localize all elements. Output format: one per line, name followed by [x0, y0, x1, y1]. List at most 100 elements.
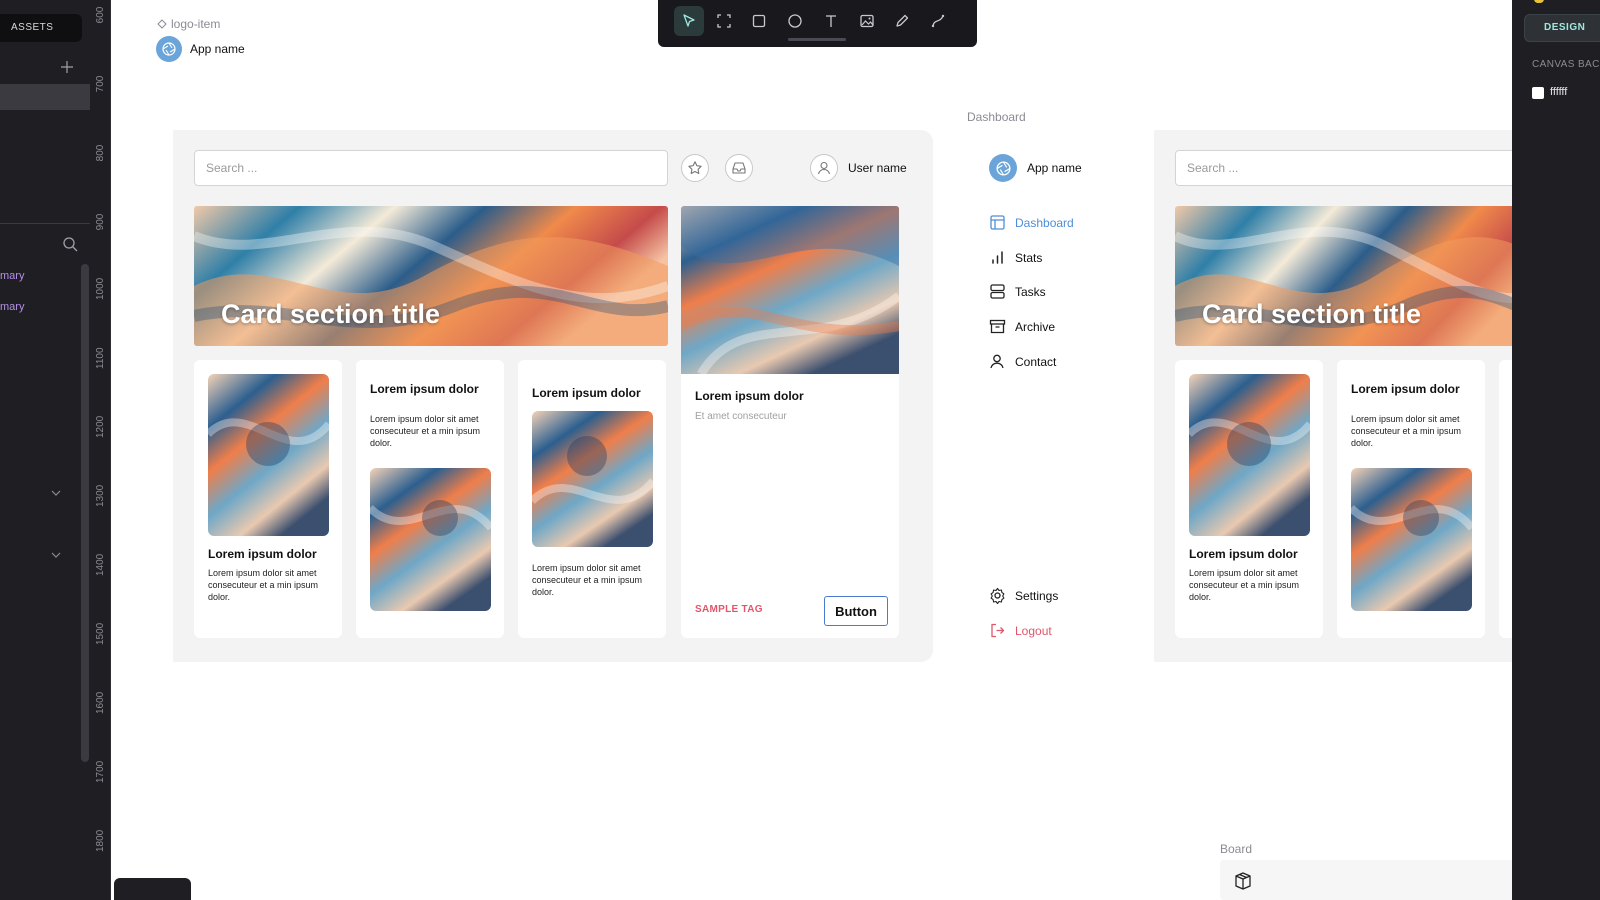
scrollbar[interactable]: [81, 264, 89, 762]
ruler-label: 700: [95, 75, 106, 93]
path-tool-button[interactable]: [923, 6, 953, 36]
sample-tag: SAMPLE TAG: [695, 604, 763, 615]
settings-icon: [990, 587, 1005, 604]
card-text: Lorem ipsum dolor sit amet consecuteur e…: [1351, 414, 1462, 448]
bottom-panel-tab[interactable]: [114, 878, 191, 900]
ellipse-tool-button[interactable]: [780, 6, 810, 36]
nav-item-logout[interactable]: Logout: [989, 622, 1052, 639]
card-text: Lorem ipsum dolor sit amet consecuteur e…: [208, 568, 319, 602]
card-title: Lorem ipsum dolor: [370, 382, 479, 396]
nav-item-stats[interactable]: Stats: [989, 249, 1042, 266]
card-title: Lorem ipsum dolor: [532, 386, 641, 400]
ruler-label: 1200: [95, 415, 106, 438]
pencil-tool-button[interactable]: [887, 6, 917, 36]
move-tool-button[interactable]: [674, 6, 704, 36]
search-input[interactable]: Search ...: [1175, 150, 1512, 186]
ruler-label: 900: [95, 213, 106, 231]
rectangle-icon: [752, 14, 766, 28]
card-text: Lorem ipsum dolor sit amet consecuteur e…: [1189, 568, 1300, 602]
layout-icon: [990, 215, 1005, 230]
chevron-down-icon[interactable]: [50, 487, 62, 499]
abstract-art: [1351, 468, 1472, 611]
ruler-label: 1400: [95, 553, 106, 576]
hero-banner[interactable]: Card section title: [1175, 206, 1512, 346]
color-swatch[interactable]: [1532, 87, 1544, 99]
layer-item[interactable]: mary: [0, 270, 24, 282]
favorites-button[interactable]: [681, 154, 709, 182]
hero-banner[interactable]: Card section title: [194, 206, 668, 346]
nav-item-settings[interactable]: Settings: [989, 587, 1058, 604]
app-logo: [156, 36, 182, 62]
user-icon: [990, 354, 1004, 369]
component-icon: [157, 19, 167, 29]
card-image: [208, 374, 329, 536]
ruler-label: 1600: [95, 691, 106, 714]
card-image: [1351, 468, 1472, 611]
star-icon: [688, 161, 702, 175]
text-icon: [826, 15, 836, 27]
board-main[interactable]: Search ... User name Card section title: [173, 130, 933, 662]
content-card[interactable]: Lorem ipsum dolor Lorem ipsum dolor sit …: [518, 360, 666, 638]
inbox-button[interactable]: [725, 154, 753, 182]
frame-tool-button[interactable]: [709, 6, 739, 36]
app-name: App name: [1027, 161, 1082, 175]
content-card[interactable]: Lorem ipsum dolor Lorem ipsum dolor sit …: [1337, 360, 1485, 638]
component-label-text: logo-item: [171, 17, 221, 31]
content-card[interactable]: [1499, 360, 1512, 638]
image-icon: [860, 14, 874, 28]
abstract-art: [532, 411, 653, 547]
board-frame[interactable]: [1220, 860, 1512, 900]
vertical-ruler: 600 700 800 900 1000 1100 1200 1300 1400…: [90, 0, 111, 900]
plus-icon[interactable]: [60, 60, 74, 74]
chevron-down-icon[interactable]: [50, 549, 62, 561]
nav-item-dashboard[interactable]: Dashboard: [989, 214, 1074, 231]
toolbar-drag-handle[interactable]: [788, 38, 846, 41]
user-name[interactable]: User name: [848, 161, 907, 175]
primary-button[interactable]: Button: [824, 596, 888, 626]
nav-label: Dashboard: [1015, 215, 1074, 230]
selected-layer-row[interactable]: [0, 84, 90, 110]
logo-item[interactable]: App name: [156, 36, 245, 62]
card-title: Lorem ipsum dolor: [1351, 382, 1460, 396]
abstract-art: [208, 374, 329, 536]
content-card[interactable]: Lorem ipsum dolor Lorem ipsum dolor sit …: [356, 360, 504, 638]
canvas-background-value[interactable]: ffffff: [1550, 86, 1567, 98]
image-tool-button[interactable]: [852, 6, 882, 36]
logout-icon: [991, 623, 1005, 638]
user-avatar[interactable]: [810, 154, 838, 182]
design-canvas[interactable]: logo-item App name Search ... User name: [111, 0, 1512, 900]
text-tool-button[interactable]: [816, 6, 846, 36]
nav-label: Tasks: [1015, 284, 1046, 299]
content-card[interactable]: Lorem ipsum dolor Lorem ipsum dolor sit …: [194, 360, 342, 638]
nav-item-contact[interactable]: Contact: [989, 353, 1056, 370]
app-name: App name: [190, 42, 245, 56]
logo-item[interactable]: App name: [989, 154, 1082, 182]
nav-item-archive[interactable]: Archive: [989, 318, 1055, 335]
rectangle-tool-button[interactable]: [744, 6, 774, 36]
board-secondary[interactable]: Search ... Card section title Lorem ipsu…: [1154, 130, 1512, 662]
design-tab[interactable]: DESIGN: [1524, 14, 1600, 42]
frame-icon: [717, 14, 731, 28]
frame-label[interactable]: Board: [1220, 842, 1252, 856]
card-title: Lorem ipsum dolor: [208, 547, 317, 561]
card-title: Lorem ipsum dolor: [1189, 547, 1298, 561]
search-icon[interactable]: [62, 236, 78, 252]
assets-tab[interactable]: ASSETS: [0, 14, 82, 42]
archive-icon: [989, 319, 1006, 334]
nav-item-tasks[interactable]: Tasks: [989, 283, 1046, 300]
card-subtitle: Et amet consecuteur: [695, 411, 787, 422]
canvas-background-label: CANVAS BACK: [1532, 59, 1600, 70]
bar-chart-icon: [992, 251, 1003, 264]
component-label[interactable]: logo-item: [157, 17, 220, 31]
content-card[interactable]: Lorem ipsum dolor Lorem ipsum dolor sit …: [1175, 360, 1323, 638]
card-image: [532, 411, 653, 547]
layer-item[interactable]: mary: [0, 301, 24, 313]
search-input[interactable]: Search ...: [194, 150, 668, 186]
ruler-label: 800: [95, 144, 106, 162]
abstract-art: [370, 468, 491, 611]
aperture-icon: [162, 42, 176, 56]
frame-label[interactable]: Dashboard: [967, 110, 1026, 124]
package-icon: [1235, 872, 1251, 890]
feature-card[interactable]: Lorem ipsum dolor Et amet consecuteur SA…: [681, 206, 899, 638]
ellipse-icon: [788, 14, 802, 28]
